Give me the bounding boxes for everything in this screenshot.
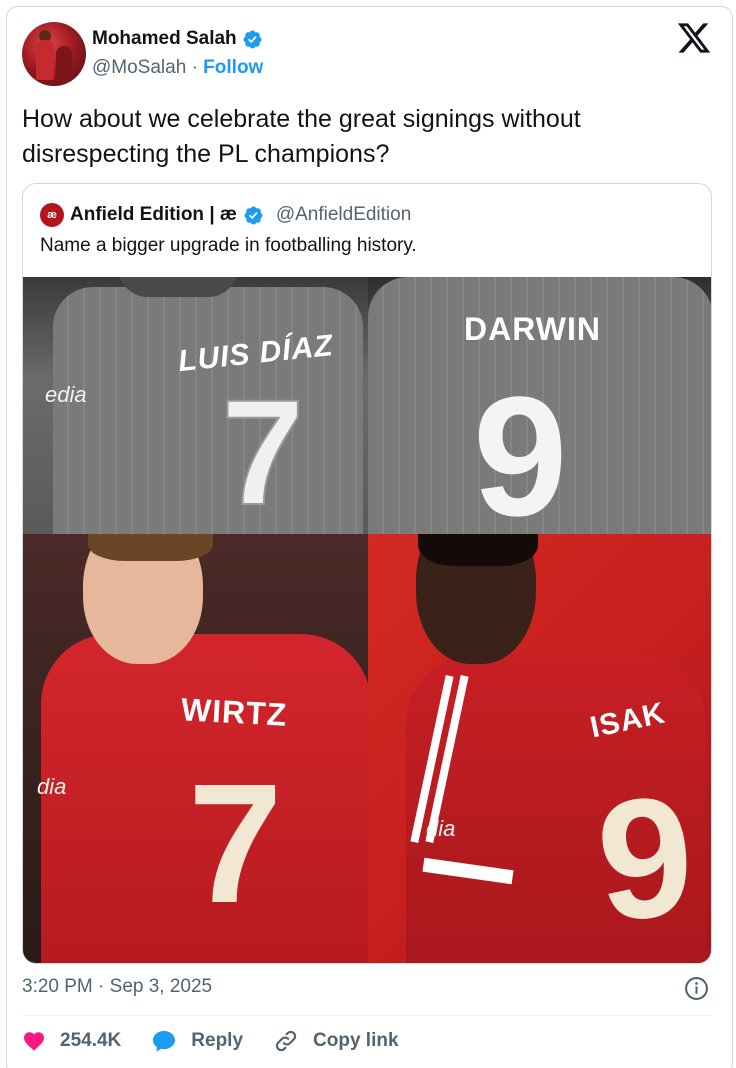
follow-button[interactable]: Follow (203, 57, 263, 78)
x-logo-icon[interactable] (676, 20, 712, 56)
info-icon[interactable] (684, 976, 709, 1001)
media-panel-top-right: DARWIN 9 (368, 277, 711, 534)
author-handle-row: @MoSalah · Follow (92, 57, 263, 79)
like-button[interactable]: 254.4K (22, 1029, 121, 1053)
media-panel-top-left: LUIS DÍAZ 7 edia (23, 277, 368, 534)
author-name[interactable]: Mohamed Salah (92, 28, 237, 50)
verified-badge-icon (244, 206, 263, 224)
link-icon (275, 1030, 297, 1052)
copy-link-button[interactable]: Copy link (273, 1028, 399, 1054)
heart-icon (24, 1032, 44, 1051)
quoted-tweet[interactable]: æ Anfield Edition | æ @AnfieldEdition Na… (22, 183, 712, 964)
quote-header: æ Anfield Edition | æ @AnfieldEdition (40, 203, 411, 227)
quote-text: Name a bigger upgrade in footballing his… (40, 235, 417, 256)
author-avatar[interactable] (22, 22, 86, 86)
quote-media-image[interactable]: LUIS DÍAZ 7 edia DARWIN 9 WIRTZ 7 dia IS… (23, 277, 711, 963)
reply-label: Reply (191, 1030, 244, 1051)
jersey-number-isak: 9 (591, 760, 700, 958)
copy-link-label: Copy link (313, 1030, 399, 1051)
media-panel-bottom-right: ISAK 9 dia (368, 534, 711, 963)
sponsor-text: edia (45, 382, 87, 407)
quote-avatar[interactable]: æ (40, 203, 64, 227)
separator: · (191, 57, 198, 78)
reply-button[interactable]: Reply (151, 1029, 243, 1053)
sponsor-text: dia (37, 774, 67, 799)
reply-bubble-icon (153, 1031, 176, 1052)
author-handle[interactable]: @MoSalah (92, 57, 186, 78)
jersey-name-darwin: DARWIN (464, 311, 601, 347)
quote-author-handle[interactable]: @AnfieldEdition (276, 204, 411, 226)
quote-author-name[interactable]: Anfield Edition | æ (70, 204, 237, 226)
tweet-text: How about we celebrate the great signing… (22, 105, 581, 168)
jersey-number-wirtz: 7 (188, 749, 283, 939)
media-panel-bottom-left: WIRTZ 7 dia (23, 534, 368, 963)
jersey-name-wirtz: WIRTZ (180, 691, 289, 733)
divider (22, 1015, 712, 1016)
jersey-number-diaz: 7 (220, 368, 305, 534)
sponsor-text: dia (426, 816, 456, 841)
action-bar: 254.4K Reply Copy link (22, 1028, 429, 1054)
author-name-row[interactable]: Mohamed Salah (92, 28, 263, 50)
verified-badge-icon (243, 30, 262, 48)
tweet-timestamp[interactable]: 3:20 PM · Sep 3, 2025 (22, 976, 212, 998)
like-count: 254.4K (60, 1030, 122, 1051)
jersey-number-darwin: 9 (473, 362, 568, 534)
